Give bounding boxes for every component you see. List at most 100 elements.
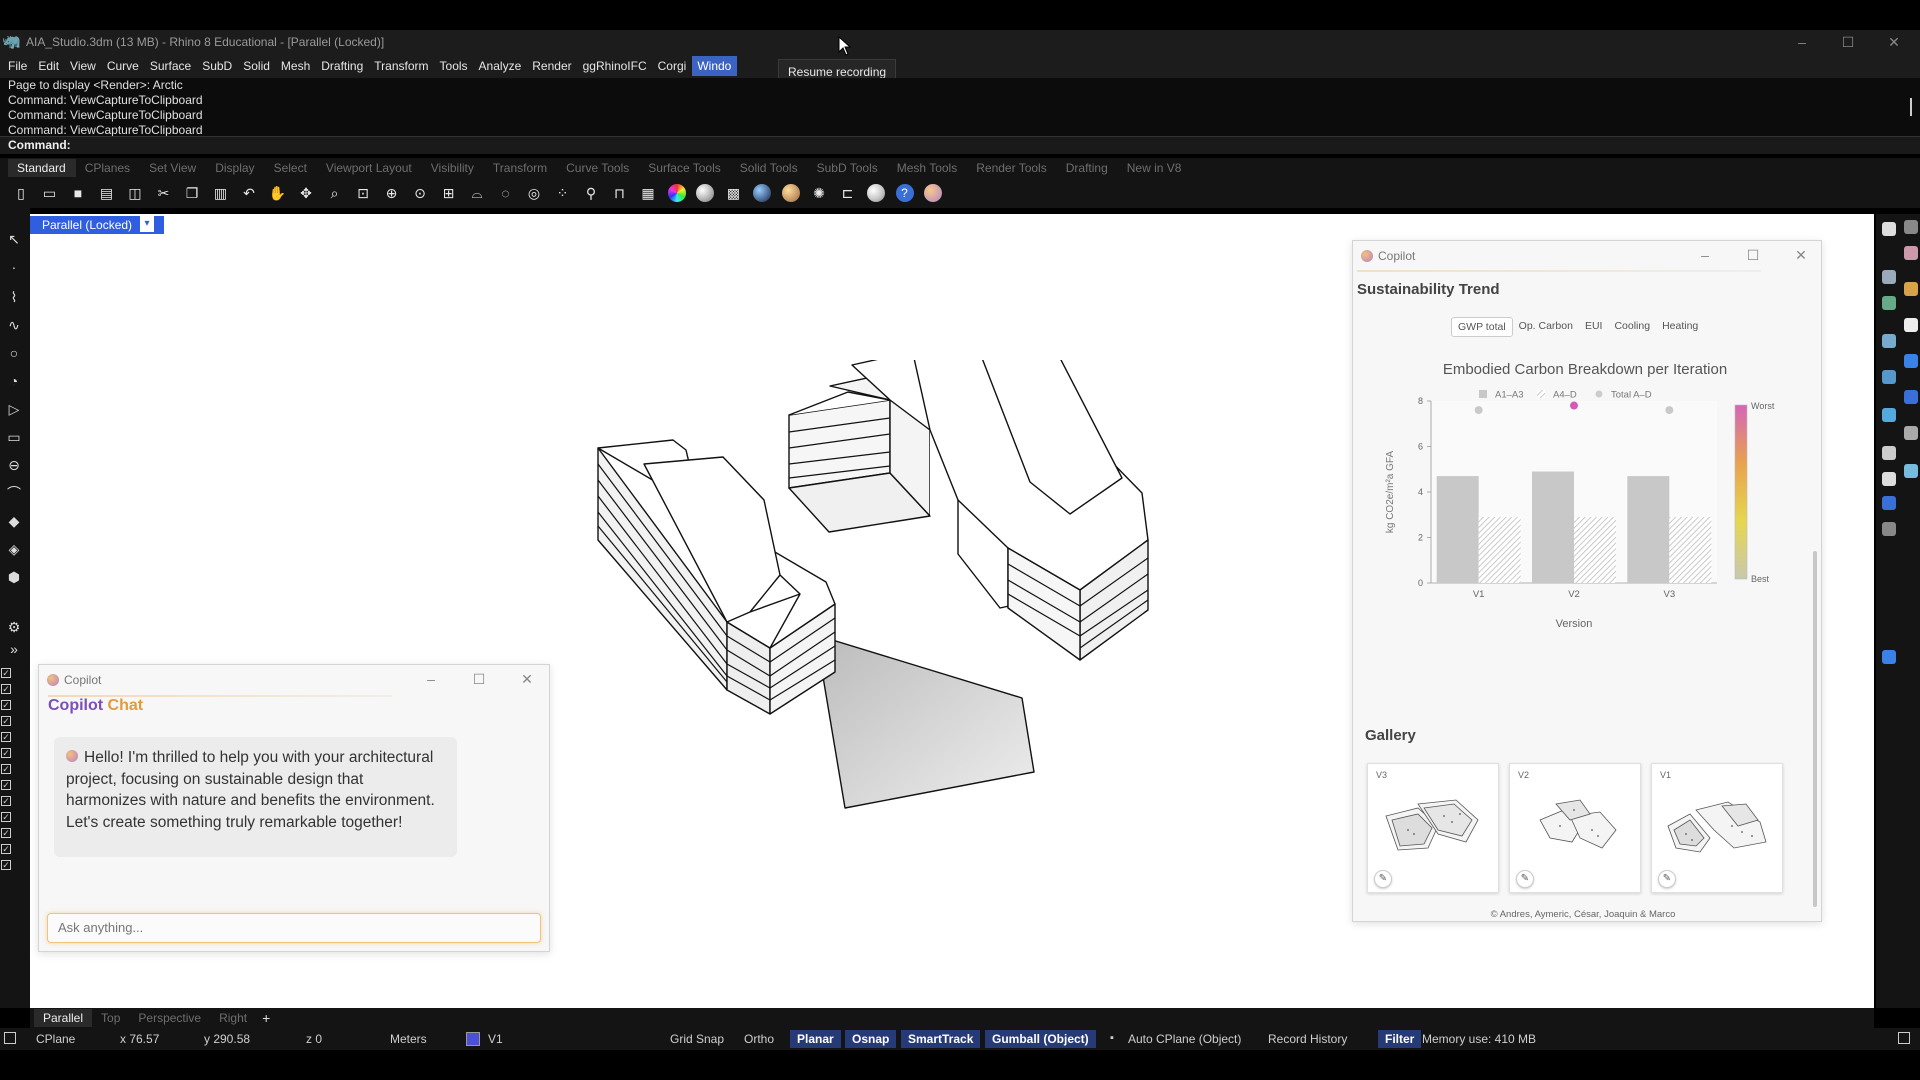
menu-file[interactable]: File: [3, 56, 33, 76]
tab-drafting[interactable]: Drafting: [1057, 159, 1118, 177]
rectangle-icon[interactable]: ▭: [3, 426, 25, 448]
color-wheel-icon[interactable]: [666, 182, 688, 204]
save-icon[interactable]: ■: [67, 182, 89, 204]
layer-checkbox[interactable]: ✓: [1, 844, 11, 854]
layer-checkbox[interactable]: ✓: [1, 700, 11, 710]
close-button[interactable]: ✕: [1791, 247, 1811, 264]
edit-pencil-icon[interactable]: ✎: [1516, 870, 1534, 888]
options-icon[interactable]: [865, 182, 887, 204]
layer-checkbox[interactable]: ✓: [1, 828, 11, 838]
record-history-toggle[interactable]: Record History: [1268, 1032, 1347, 1046]
chevron-down-icon[interactable]: ▾: [140, 216, 155, 232]
command-history-scrollbar[interactable]: [1910, 98, 1912, 116]
surface-icon[interactable]: ◆: [3, 510, 25, 532]
layer-checkbox[interactable]: ✓: [1, 716, 11, 726]
solid-box-icon[interactable]: ⬢: [3, 566, 25, 588]
minimize-button[interactable]: –: [1695, 247, 1715, 263]
zoom-selected-icon[interactable]: ⊙: [409, 182, 431, 204]
table-icon[interactable]: [1882, 446, 1896, 460]
arc-icon[interactable]: ◔: [3, 370, 25, 392]
material-icon[interactable]: [751, 182, 773, 204]
menu-curve[interactable]: Curve: [102, 56, 145, 76]
zoom-window-icon[interactable]: ⊡: [352, 182, 374, 204]
grid-snap-icon[interactable]: ⁘: [552, 182, 574, 204]
layers-icon[interactable]: ▦: [637, 182, 659, 204]
menu-drafting[interactable]: Drafting: [316, 56, 369, 76]
polyline-icon[interactable]: ⌇: [3, 286, 25, 308]
menu-solid[interactable]: Solid: [238, 56, 276, 76]
camera-icon[interactable]: [1904, 426, 1918, 440]
circle-icon[interactable]: ○: [3, 342, 25, 364]
tab-surface-tools[interactable]: Surface Tools: [639, 159, 731, 177]
search-icon[interactable]: [1882, 522, 1896, 536]
menu-surface[interactable]: Surface: [145, 56, 197, 76]
settings-gear-icon[interactable]: [1904, 220, 1918, 234]
minimize-button[interactable]: –: [1782, 32, 1822, 52]
sun-icon[interactable]: ✺: [808, 182, 830, 204]
open-folder-icon[interactable]: ▭: [39, 182, 61, 204]
list-icon[interactable]: [1882, 472, 1896, 486]
tab-heating[interactable]: Heating: [1656, 317, 1704, 337]
panel-toggle-icon[interactable]: [4, 1032, 16, 1044]
environment-icon[interactable]: [780, 182, 802, 204]
tab-mesh-tools[interactable]: Mesh Tools: [888, 159, 967, 177]
gallery-card-v3[interactable]: V3 ✎: [1367, 763, 1499, 893]
tab-curve-tools[interactable]: Curve Tools: [557, 159, 639, 177]
menu-mesh[interactable]: Mesh: [276, 56, 316, 76]
settings-gear-icon[interactable]: ⚙: [3, 616, 25, 638]
planar-toggle[interactable]: Planar: [790, 1030, 841, 1048]
tab-set-view[interactable]: Set View: [140, 159, 206, 177]
undo-icon[interactable]: ↶: [238, 182, 260, 204]
tab-render-tools[interactable]: Render Tools: [967, 159, 1057, 177]
menu-window[interactable]: Windo: [692, 56, 738, 76]
paste-icon[interactable]: ▥: [210, 182, 232, 204]
building-model[interactable]: [590, 360, 1280, 830]
scrollbar[interactable]: [1813, 551, 1817, 907]
select-arrow-icon[interactable]: ↖: [3, 228, 25, 250]
tab-cooling[interactable]: Cooling: [1608, 317, 1656, 337]
menu-ggrhinoifc[interactable]: ggRhinoIFC: [578, 56, 653, 76]
current-layer[interactable]: V1: [488, 1032, 503, 1046]
tab-display[interactable]: Display: [206, 159, 264, 177]
units-label[interactable]: Meters: [390, 1032, 427, 1046]
display-icon[interactable]: [1882, 296, 1896, 310]
point-icon[interactable]: ·: [3, 256, 25, 278]
menu-corgi[interactable]: Corgi: [653, 56, 693, 76]
light-icon[interactable]: ⚲: [580, 182, 602, 204]
edit-pencil-icon[interactable]: ✎: [1374, 870, 1392, 888]
layer-checkbox[interactable]: ✓: [1, 796, 11, 806]
menu-subd[interactable]: SubD: [197, 56, 238, 76]
layers-icon[interactable]: [1882, 270, 1896, 284]
layer-checkbox[interactable]: ✓: [1, 860, 11, 870]
tab-standard[interactable]: Standard: [8, 159, 76, 177]
tab-transform[interactable]: Transform: [484, 159, 557, 177]
tab-top[interactable]: Top: [92, 1009, 129, 1027]
named-views-icon[interactable]: [1882, 334, 1896, 348]
osnap-toggle[interactable]: Osnap: [845, 1030, 897, 1048]
panel-icon[interactable]: [1882, 222, 1896, 236]
zoom-extents-icon[interactable]: ⊕: [381, 182, 403, 204]
layer-checkbox[interactable]: ✓: [1, 812, 11, 822]
zoom-icon[interactable]: ⌕: [324, 182, 346, 204]
layer-color-swatch[interactable]: [466, 1032, 480, 1046]
maximize-button[interactable]: ☐: [469, 671, 489, 688]
import-icon[interactable]: ◫: [124, 182, 146, 204]
ellipse-icon[interactable]: ⊖: [3, 454, 25, 476]
copy-icon[interactable]: ❐: [181, 182, 203, 204]
add-viewport-button[interactable]: +: [256, 1010, 270, 1026]
menu-render[interactable]: Render: [527, 56, 577, 76]
environment-icon[interactable]: [1904, 390, 1918, 404]
maximize-button[interactable]: ☐: [1743, 247, 1763, 264]
layer-checkbox[interactable]: ✓: [1, 732, 11, 742]
lock-icon[interactable]: ⊓: [609, 182, 631, 204]
filter-icon[interactable]: [1882, 408, 1896, 422]
fillet-icon[interactable]: ⌒: [3, 482, 25, 504]
tab-op-carbon[interactable]: Op. Carbon: [1513, 317, 1579, 337]
extrude-icon[interactable]: ◈: [3, 538, 25, 560]
document-icon[interactable]: [1904, 318, 1918, 332]
panel-toggle-icon[interactable]: [1898, 1032, 1910, 1044]
tab-cplanes[interactable]: CPlanes: [76, 159, 140, 177]
help-icon[interactable]: ?: [894, 182, 916, 204]
cloud-icon[interactable]: [1882, 370, 1896, 384]
viewport-label[interactable]: Parallel (Locked) ▾: [30, 216, 165, 234]
